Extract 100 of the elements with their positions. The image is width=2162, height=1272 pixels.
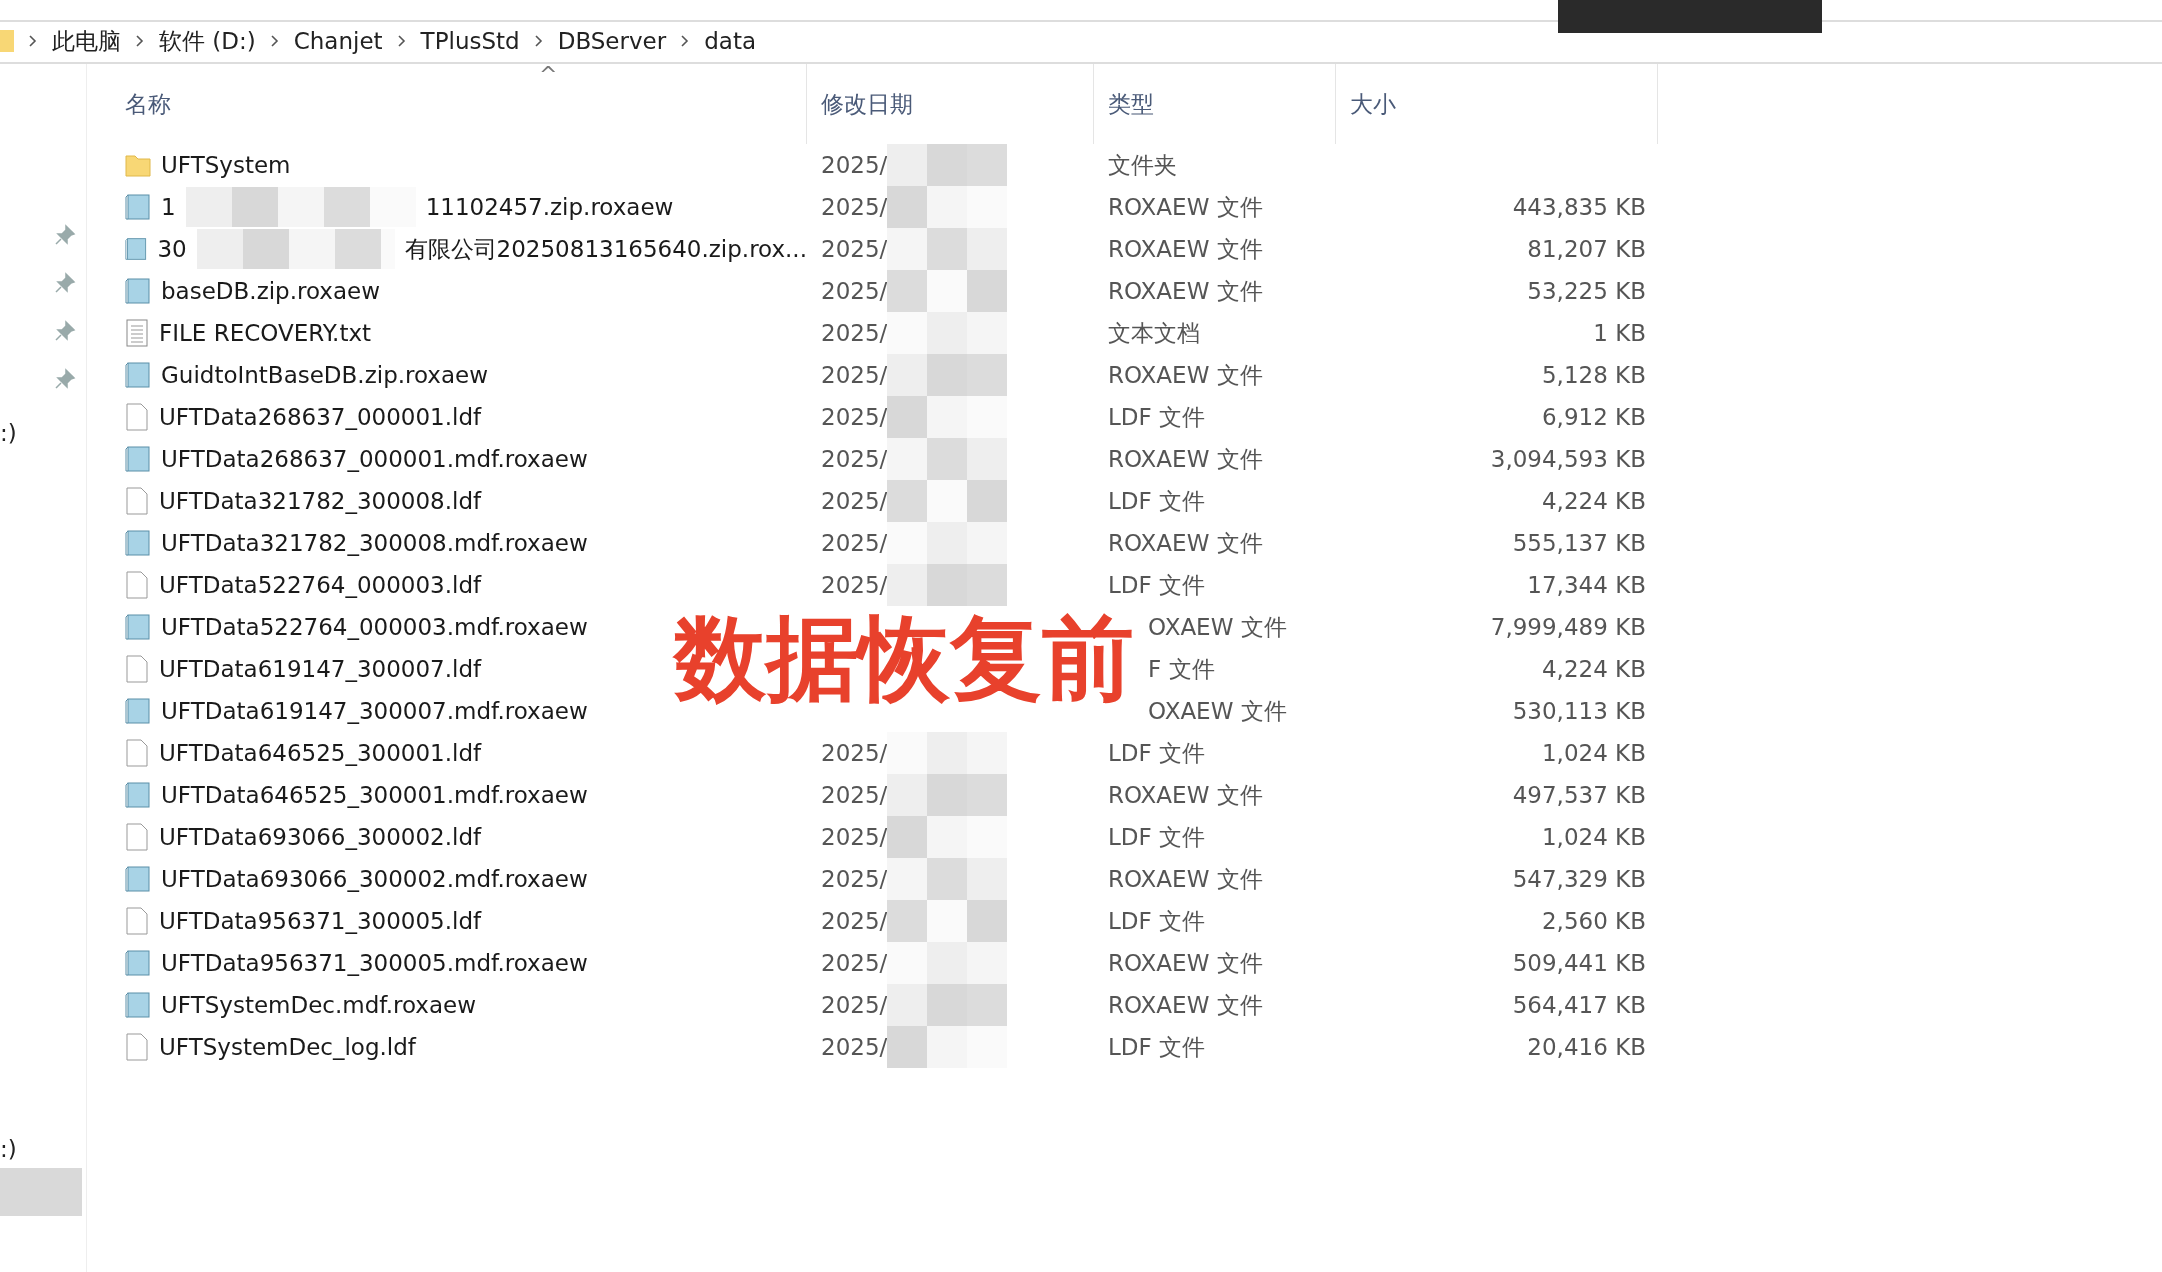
modified-date: 2025/ — [821, 404, 888, 430]
nav-item[interactable]: :) — [0, 1136, 17, 1162]
file-size: 530,113 KB — [1511, 698, 1647, 724]
modified-date: 2025/ — [821, 950, 888, 976]
folder-icon — [0, 28, 14, 54]
file-size: 555,137 KB — [1511, 530, 1647, 556]
file-icon — [125, 277, 151, 305]
file-name[interactable]: UFTData522764_000003.ldf — [159, 572, 482, 598]
modified-date: 2025/ — [821, 236, 888, 262]
chevron-icon — [269, 34, 280, 48]
modified-date: 2025/ — [821, 572, 888, 598]
file-type: LDF 文件 — [1107, 738, 1207, 768]
file-name[interactable]: 30 — [157, 236, 187, 262]
modified-date: 2025/ — [821, 866, 888, 892]
file-type: ROXAEW 文件 — [1107, 990, 1264, 1020]
file-size: 547,329 KB — [1511, 866, 1647, 892]
breadcrumb-item[interactable]: TPlusStd — [420, 28, 520, 54]
file-name[interactable]: UFTSystemDec.mdf.roxaew — [161, 992, 476, 1018]
modified-date: 2025/ — [821, 194, 888, 220]
pin-icon — [54, 224, 76, 246]
file-name[interactable]: 有限公司20250813165640.zip.rox... — [404, 233, 807, 265]
file-name[interactable]: UFTData956371_300005.ldf — [159, 908, 482, 934]
modified-date: 2025/ — [821, 152, 888, 178]
file-size: 2,560 KB — [1540, 908, 1647, 934]
file-size: 5,128 KB — [1540, 362, 1647, 388]
breadcrumb-item[interactable]: data — [704, 28, 756, 54]
file-name[interactable]: UFTData321782_300008.mdf.roxaew — [161, 530, 588, 556]
file-name[interactable]: UFTData268637_000001.mdf.roxaew — [161, 446, 588, 472]
file-icon — [125, 697, 151, 725]
file-icon — [125, 487, 149, 515]
breadcrumb-item[interactable]: 软件 (D:) — [159, 25, 256, 57]
file-icon — [125, 235, 148, 263]
file-type: 文本文档 — [1107, 318, 1201, 348]
file-name[interactable]: UFTData646525_300001.ldf — [159, 740, 482, 766]
modified-date: 2025/ — [821, 530, 888, 556]
file-icon — [125, 907, 149, 935]
file-name[interactable]: UFTData693066_300002.mdf.roxaew — [161, 866, 588, 892]
file-name[interactable]: UFTSystemDec_log.ldf — [159, 1034, 416, 1060]
nav-selected-item[interactable] — [0, 1168, 82, 1216]
breadcrumb-item[interactable]: 此电脑 — [52, 25, 121, 57]
file-name[interactable]: UFTData619147_300007.mdf.roxaew — [161, 698, 588, 724]
file-type: F 文件 — [1147, 654, 1216, 684]
file-icon — [125, 655, 149, 683]
file-type: LDF 文件 — [1107, 402, 1207, 432]
file-size: 1,024 KB — [1540, 740, 1647, 766]
breadcrumb-item[interactable]: Chanjet — [293, 28, 383, 54]
pin-icon — [54, 320, 76, 342]
file-size: 7,999,489 KB — [1489, 614, 1647, 640]
file-icon — [125, 781, 151, 809]
file-name[interactable]: FILE RECOVERY.txt — [159, 320, 372, 346]
file-name[interactable]: UFTData646525_300001.mdf.roxaew — [161, 782, 588, 808]
pin-icon — [54, 272, 76, 294]
modified-date: 2025/ — [821, 488, 888, 514]
modified-date: 2025/ — [821, 992, 888, 1018]
file-icon — [125, 571, 149, 599]
file-size: 6,912 KB — [1540, 404, 1647, 430]
column-header[interactable]: 类型 — [1094, 64, 1336, 144]
file-icon — [125, 865, 151, 893]
file-icon — [125, 739, 149, 767]
modified-date: 2025/ — [821, 782, 888, 808]
modified-date: 2025/ — [821, 278, 888, 304]
file-type: OXAEW 文件 — [1147, 612, 1288, 642]
file-name[interactable]: UFTData268637_000001.ldf — [159, 404, 482, 430]
file-type: ROXAEW 文件 — [1107, 276, 1264, 306]
file-size: 4,224 KB — [1540, 656, 1647, 682]
file-name[interactable]: UFTSystem — [161, 152, 291, 178]
file-size: 443,835 KB — [1511, 194, 1647, 220]
file-type: OXAEW 文件 — [1147, 696, 1288, 726]
file-type: ROXAEW 文件 — [1107, 780, 1264, 810]
file-type: LDF 文件 — [1107, 906, 1207, 936]
column-header[interactable]: 大小 — [1336, 64, 1658, 144]
file-name[interactable]: UFTData956371_300005.mdf.roxaew — [161, 950, 588, 976]
file-name[interactable]: UFTData321782_300008.ldf — [159, 488, 482, 514]
file-size: 4,224 KB — [1540, 488, 1647, 514]
file-name[interactable]: UFTData619147_300007.ldf — [159, 656, 482, 682]
file-name[interactable]: baseDB.zip.roxaew — [161, 278, 380, 304]
file-size: 3,094,593 KB — [1489, 446, 1647, 472]
file-type: ROXAEW 文件 — [1107, 864, 1264, 894]
file-size: 1,024 KB — [1540, 824, 1647, 850]
file-type: LDF 文件 — [1107, 570, 1207, 600]
file-type: LDF 文件 — [1107, 822, 1207, 852]
modified-date: 2025/ — [821, 320, 888, 346]
file-name[interactable]: 11102457.zip.roxaew — [425, 194, 674, 220]
breadcrumb-item[interactable]: DBServer — [557, 28, 667, 54]
chevron-icon — [680, 34, 691, 48]
folder-icon — [125, 152, 151, 178]
chevron-icon — [396, 34, 407, 48]
file-name[interactable]: GuidtoIntBaseDB.zip.roxaew — [161, 362, 489, 388]
file-size: 53,225 KB — [1526, 278, 1647, 304]
file-type: ROXAEW 文件 — [1107, 234, 1264, 264]
file-icon — [125, 361, 151, 389]
file-icon — [125, 403, 149, 431]
file-name[interactable]: 1 — [161, 194, 176, 220]
file-icon — [125, 1033, 149, 1061]
file-icon — [125, 991, 151, 1019]
nav-item[interactable]: :) — [0, 420, 17, 446]
file-type: LDF 文件 — [1107, 1032, 1207, 1062]
file-name[interactable]: UFTData522764_000003.mdf.roxaew — [161, 614, 588, 640]
file-name[interactable]: UFTData693066_300002.ldf — [159, 824, 482, 850]
file-type: 文件夹 — [1107, 150, 1178, 180]
